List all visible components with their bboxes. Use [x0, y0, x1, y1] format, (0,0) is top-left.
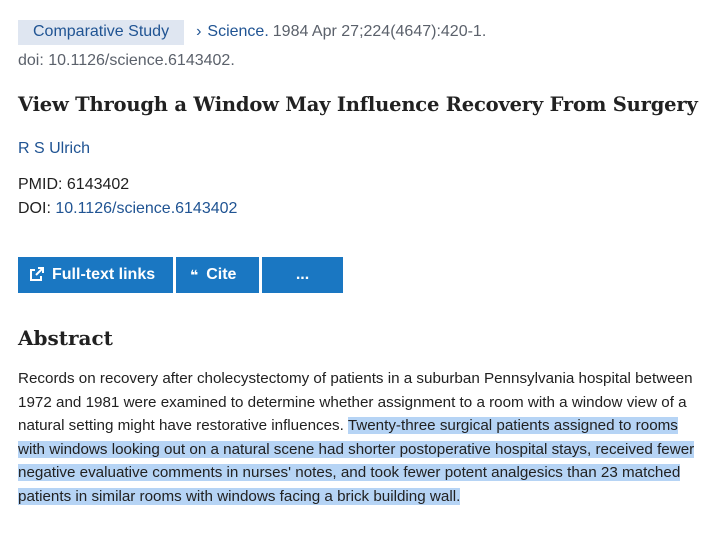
citation-line: Comparative Study › Science. 1984 Apr 27… — [18, 19, 487, 45]
cite-label: Cite — [206, 266, 237, 283]
journal-link[interactable]: Science. — [207, 23, 268, 41]
abstract-text: Records on recovery after cholecystectom… — [18, 367, 698, 509]
chevron-right-icon: › — [196, 23, 202, 40]
author-link[interactable]: R S Ulrich — [18, 140, 90, 158]
quote-icon: ❝ — [190, 266, 199, 283]
doi-row: DOI: 10.1126/science.6143402 — [18, 200, 237, 218]
action-buttons: Full-text links ❝ Cite ... — [18, 257, 346, 293]
pmid-row: PMID: 6143402 — [18, 176, 129, 194]
full-text-links-button[interactable]: Full-text links — [18, 257, 173, 293]
publication-type-badge[interactable]: Comparative Study — [18, 19, 185, 45]
more-actions-button[interactable]: ... — [262, 257, 343, 293]
doi-link[interactable]: 10.1126/science.6143402 — [55, 200, 237, 217]
citation-text: 1984 Apr 27;224(4647):420-1. — [272, 23, 487, 40]
doi-line: doi: 10.1126/science.6143402. — [18, 52, 235, 69]
more-label: ... — [295, 266, 310, 283]
full-text-links-label: Full-text links — [52, 266, 156, 283]
doi-label: DOI: — [18, 200, 51, 217]
pmid-value: 6143402 — [66, 176, 130, 193]
article-title: View Through a Window May Influence Reco… — [18, 93, 698, 116]
cite-button[interactable]: ❝ Cite — [176, 257, 259, 293]
pmid-label: PMID: — [18, 176, 63, 193]
external-link-icon — [30, 266, 44, 284]
abstract-heading: Abstract — [18, 326, 113, 350]
